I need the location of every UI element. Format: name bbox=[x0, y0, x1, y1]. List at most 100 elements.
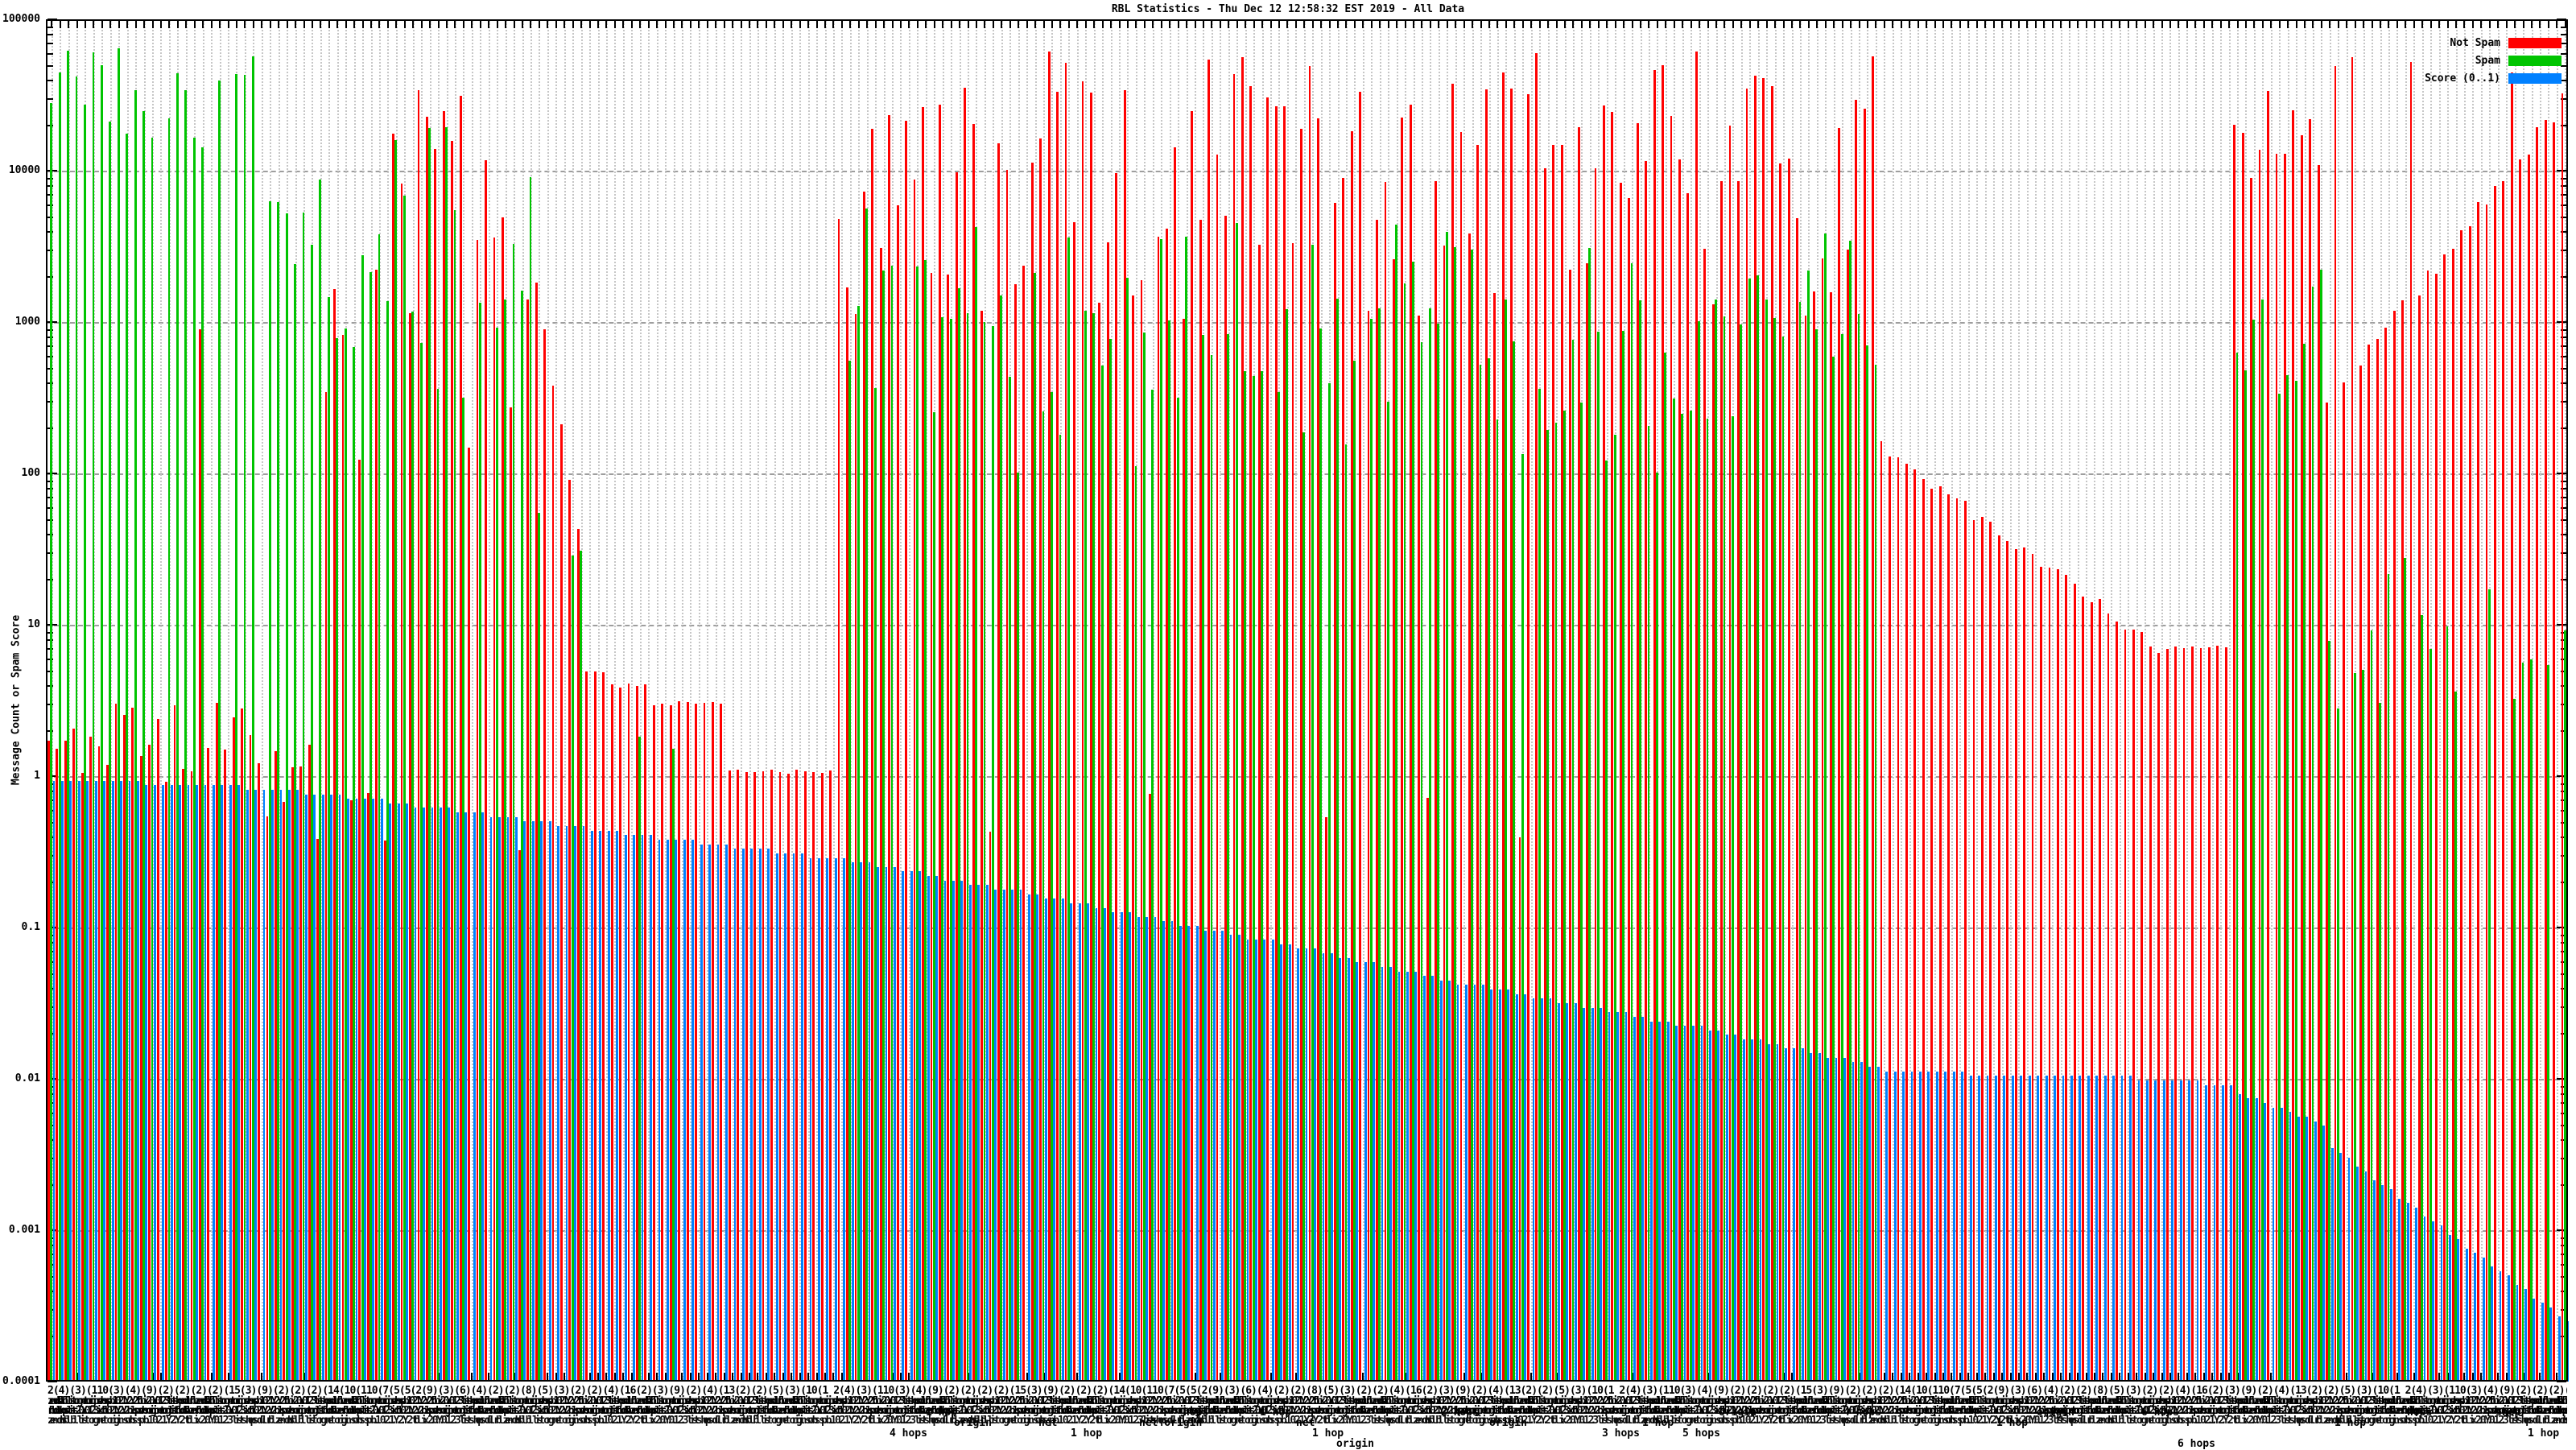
x-tick-top bbox=[1656, 21, 1658, 28]
bar-score bbox=[2314, 1121, 2317, 1382]
x-tick-top bbox=[538, 21, 540, 28]
x-axis-label-fragment: origin bbox=[954, 1417, 992, 1429]
x-tick-top bbox=[849, 21, 852, 28]
bar-score bbox=[666, 839, 669, 1382]
x-tick-top bbox=[723, 21, 725, 28]
y-tick-label: 0.0001 bbox=[2, 1375, 40, 1387]
x-tick-top bbox=[757, 21, 759, 28]
x-tick-top bbox=[1926, 21, 1928, 28]
bar-not-spam bbox=[2006, 541, 2009, 1382]
bar-score bbox=[1734, 1035, 1737, 1382]
bar-score bbox=[1868, 1066, 1872, 1382]
x-tick-top bbox=[1690, 21, 1692, 28]
bar-score bbox=[877, 866, 879, 1382]
bar-score bbox=[994, 890, 997, 1382]
bar-not-spam bbox=[619, 687, 621, 1382]
bar-score bbox=[1541, 998, 1543, 1382]
bar-spam bbox=[2487, 589, 2491, 1382]
x-tick-top bbox=[1538, 21, 1541, 28]
bar-score bbox=[296, 789, 299, 1382]
bar-not-spam bbox=[695, 704, 697, 1382]
bar-not-spam bbox=[485, 160, 487, 1382]
x-tick-top bbox=[1555, 21, 1558, 28]
bar-score bbox=[237, 785, 241, 1382]
x-tick-top bbox=[2396, 21, 2398, 28]
x-tick-top bbox=[1833, 21, 1835, 28]
bar-score bbox=[1683, 1026, 1686, 1382]
x-tick-top bbox=[1984, 21, 1987, 28]
x-tick-top bbox=[1564, 21, 1567, 28]
y-tick-minor bbox=[2561, 34, 2566, 36]
x-tick-top bbox=[1345, 21, 1348, 28]
x-tick-top bbox=[1505, 21, 1507, 28]
bar-score bbox=[1238, 935, 1241, 1382]
bar-score bbox=[1473, 985, 1476, 1382]
legend-row-score: Score (0..1) bbox=[2425, 69, 2562, 87]
bar-not-spam bbox=[1359, 91, 1361, 1382]
x-tick-top bbox=[1463, 21, 1465, 28]
x-tick-top bbox=[1413, 21, 1415, 28]
bar-not-spam bbox=[905, 120, 908, 1382]
x-tick-top bbox=[2110, 21, 2112, 28]
bar-not-spam bbox=[2224, 647, 2227, 1382]
bar-score bbox=[1179, 926, 1182, 1382]
x-tick-top bbox=[740, 21, 742, 28]
x-tick-top bbox=[1143, 21, 1146, 28]
bar-score bbox=[1221, 930, 1224, 1382]
x-tick-top bbox=[286, 21, 288, 28]
x-tick-top bbox=[2471, 21, 2474, 28]
legend-label-score: Score (0..1) bbox=[2425, 72, 2500, 85]
x-tick-top bbox=[412, 21, 415, 28]
score-swatch bbox=[2508, 72, 2562, 84]
bar-score bbox=[1002, 890, 1005, 1382]
x-tick-top bbox=[799, 21, 801, 28]
bar-not-spam bbox=[2090, 601, 2093, 1382]
bar-score bbox=[817, 857, 820, 1382]
bar-score bbox=[1784, 1048, 1787, 1382]
bar-score bbox=[1919, 1071, 1922, 1382]
x-tick-top bbox=[2085, 21, 2087, 28]
bar-not-spam bbox=[2460, 230, 2463, 1382]
bar-score bbox=[1070, 903, 1073, 1382]
bar-score bbox=[1456, 985, 1459, 1382]
y-tick-minor bbox=[47, 34, 53, 36]
bar-score bbox=[1708, 1030, 1711, 1382]
bar-not-spam bbox=[1964, 501, 1967, 1382]
x-tick-top bbox=[513, 21, 515, 28]
bar-score bbox=[406, 803, 409, 1382]
y-tick-minor bbox=[47, 64, 53, 67]
x-tick-top bbox=[2001, 21, 2004, 28]
bar-score bbox=[304, 794, 308, 1382]
bar-score bbox=[2330, 1148, 2334, 1382]
x-tick-top bbox=[261, 21, 263, 28]
x-tick-top bbox=[84, 21, 86, 28]
bar-score bbox=[1373, 962, 1376, 1382]
bar-score bbox=[801, 853, 803, 1382]
x-tick-top bbox=[749, 21, 750, 28]
x-tick-top bbox=[933, 21, 935, 28]
x-axis-label-fragment: 6 hops bbox=[2141, 1407, 2179, 1419]
x-tick-top bbox=[1118, 21, 1121, 28]
x-tick-top bbox=[967, 21, 969, 28]
h-gridline bbox=[46, 322, 2568, 324]
bar-not-spam bbox=[2165, 648, 2169, 1382]
x-tick-top bbox=[698, 21, 700, 28]
x-tick-top bbox=[597, 21, 600, 28]
bar-not-spam bbox=[2409, 62, 2413, 1382]
bar-score bbox=[1515, 994, 1518, 1382]
bar-not-spam bbox=[803, 770, 807, 1382]
bar-score bbox=[2179, 1080, 2182, 1382]
bar-score bbox=[1280, 944, 1283, 1382]
bar-score bbox=[1616, 1012, 1619, 1382]
bar-spam bbox=[2513, 698, 2516, 1382]
y-tick-label: 0.001 bbox=[8, 1224, 40, 1236]
x-tick-top bbox=[807, 21, 810, 28]
bar-score bbox=[1524, 994, 1526, 1382]
x-tick-top bbox=[1791, 21, 1793, 28]
bar-not-spam bbox=[703, 703, 706, 1382]
x-tick-top bbox=[1909, 21, 1911, 28]
bar-score bbox=[523, 821, 526, 1382]
x-tick-top bbox=[622, 21, 625, 28]
x-tick-top bbox=[2144, 21, 2146, 28]
x-tick-top bbox=[1580, 21, 1583, 28]
